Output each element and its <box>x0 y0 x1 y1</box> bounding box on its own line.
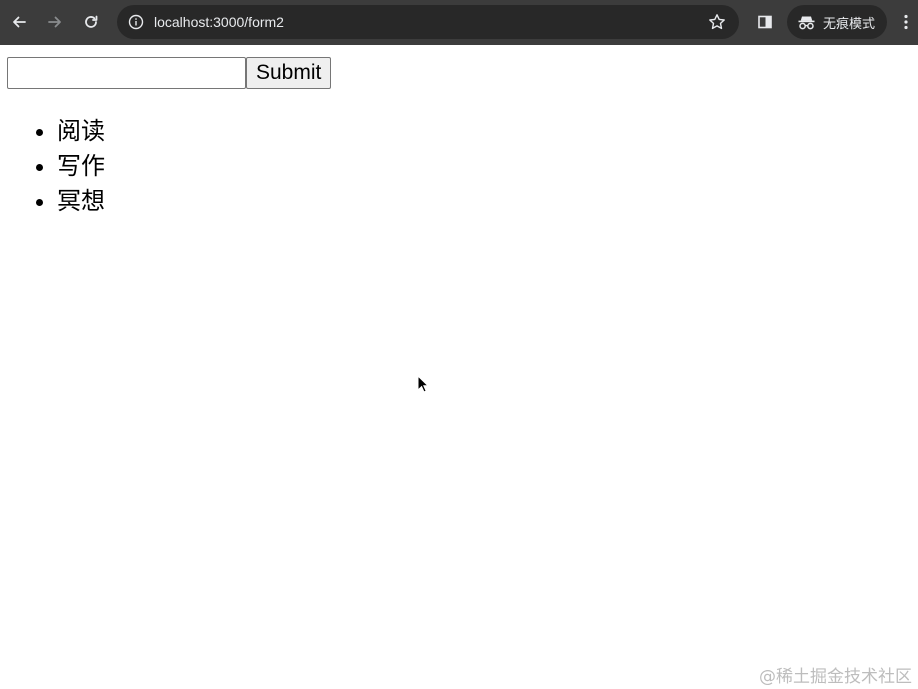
star-icon <box>709 14 725 30</box>
side-panel-icon <box>758 15 772 29</box>
incognito-indicator[interactable]: 无痕模式 <box>787 5 887 39</box>
list-item: 写作 <box>57 149 105 184</box>
mouse-pointer <box>417 374 430 398</box>
more-vert-icon <box>904 14 908 30</box>
site-info-button[interactable] <box>125 11 147 33</box>
list-item: 冥想 <box>57 184 105 219</box>
arrow-right-icon <box>48 16 61 28</box>
incognito-icon <box>798 16 815 29</box>
submit-button[interactable]: Submit <box>246 57 332 89</box>
address-bar[interactable]: localhost:3000/form2 <box>117 5 739 39</box>
reload-button[interactable] <box>79 10 103 34</box>
browser-toolbar: localhost:3000/form2 无痕模式 <box>0 0 918 45</box>
forward-button[interactable] <box>43 10 67 34</box>
side-panel-button[interactable] <box>753 10 777 34</box>
back-button[interactable] <box>7 10 31 34</box>
incognito-label: 无痕模式 <box>823 15 876 31</box>
url-text[interactable]: localhost:3000/form2 <box>154 14 284 30</box>
item-list: 阅读 写作 冥想 <box>0 114 105 219</box>
arrow-left-icon <box>13 16 26 28</box>
info-icon <box>128 14 144 30</box>
todo-form: Submit <box>7 57 332 89</box>
list-item: 阅读 <box>57 114 105 149</box>
reload-icon <box>85 15 98 28</box>
browser-menu-button[interactable] <box>897 10 915 34</box>
cursor-arrow-icon <box>417 374 430 393</box>
text-input[interactable] <box>7 57 246 89</box>
watermark: @稀土掘金技术社区 <box>759 667 912 687</box>
bookmark-button[interactable] <box>707 12 727 32</box>
